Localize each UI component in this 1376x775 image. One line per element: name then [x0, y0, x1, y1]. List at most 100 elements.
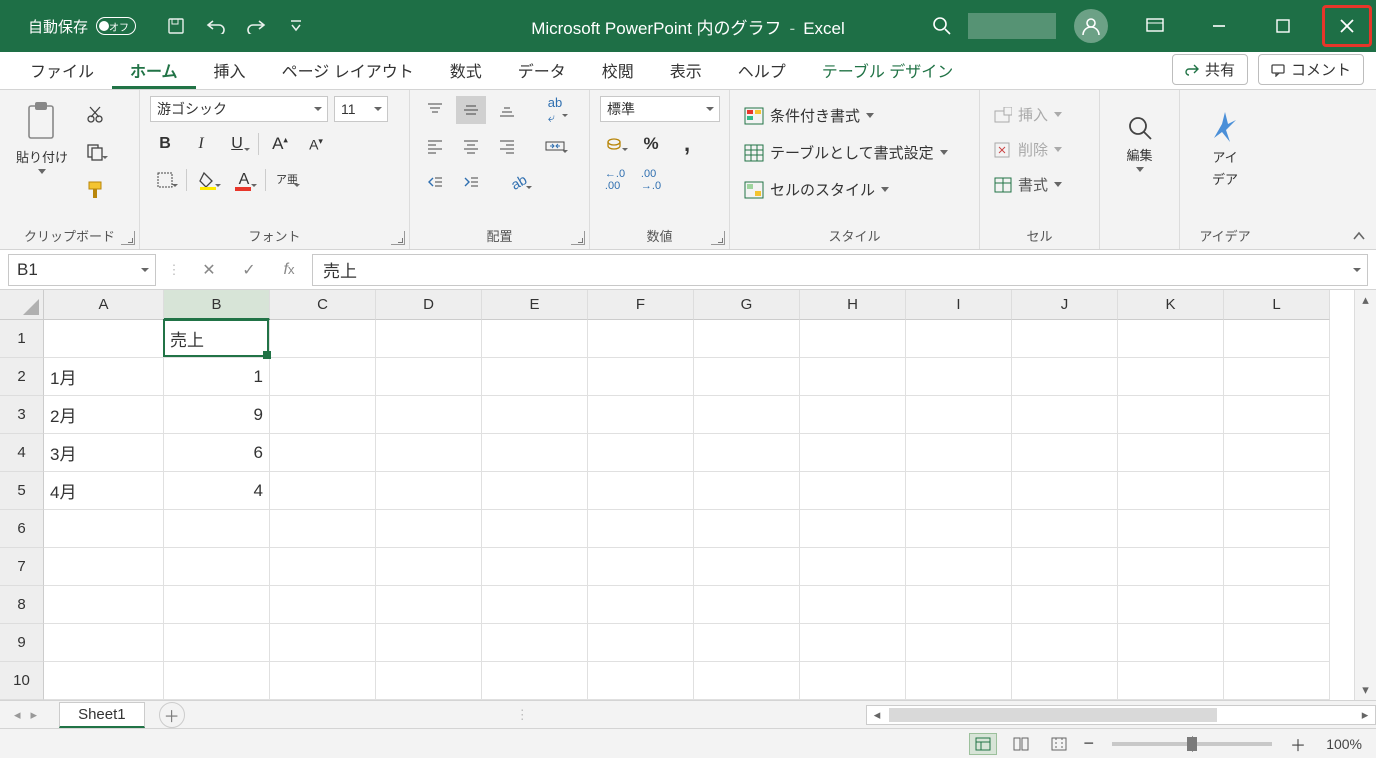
cell-J5[interactable]	[1012, 472, 1118, 510]
decrease-indent-icon[interactable]	[420, 168, 450, 196]
tab-table-design[interactable]: テーブル デザイン	[804, 50, 972, 89]
cell-H10[interactable]	[800, 662, 906, 700]
sheet-nav[interactable]: ◂▸	[0, 707, 51, 723]
cell-H8[interactable]	[800, 586, 906, 624]
cell-B9[interactable]	[164, 624, 270, 662]
cell-I7[interactable]	[906, 548, 1012, 586]
column-header-H[interactable]: H	[800, 290, 906, 320]
editing-button[interactable]: 編集	[1110, 110, 1169, 176]
cell-B2[interactable]: 1	[164, 358, 270, 396]
tab-data[interactable]: データ	[500, 50, 584, 89]
cell-E6[interactable]	[482, 510, 588, 548]
cell-G2[interactable]	[694, 358, 800, 396]
row-header-8[interactable]: 8	[0, 586, 44, 624]
decrease-decimal-icon[interactable]: .00→.0	[636, 166, 666, 194]
cell-J10[interactable]	[1012, 662, 1118, 700]
formula-input[interactable]: 売上	[312, 254, 1368, 286]
cell-J6[interactable]	[1012, 510, 1118, 548]
cell-H1[interactable]	[800, 320, 906, 358]
cell-B6[interactable]	[164, 510, 270, 548]
cell-K8[interactable]	[1118, 586, 1224, 624]
cell-B4[interactable]: 6	[164, 434, 270, 472]
cell-I5[interactable]	[906, 472, 1012, 510]
cell-G8[interactable]	[694, 586, 800, 624]
scroll-left-icon[interactable]: ◂	[867, 707, 887, 723]
cell-K9[interactable]	[1118, 624, 1224, 662]
underline-button[interactable]: U	[222, 130, 252, 158]
cell-B10[interactable]	[164, 662, 270, 700]
percent-icon[interactable]: %	[636, 130, 666, 158]
cell-K7[interactable]	[1118, 548, 1224, 586]
cell-K6[interactable]	[1118, 510, 1224, 548]
cell-H5[interactable]	[800, 472, 906, 510]
cell-D7[interactable]	[376, 548, 482, 586]
search-input[interactable]	[968, 13, 1056, 39]
tab-help[interactable]: ヘルプ	[720, 50, 804, 89]
scroll-down-icon[interactable]: ▾	[1355, 680, 1376, 700]
font-name-select[interactable]: 游ゴシック	[150, 96, 328, 122]
cell-styles-button[interactable]: セルのスタイル	[740, 176, 969, 203]
cell-A3[interactable]: 2月	[44, 396, 164, 434]
page-break-view-icon[interactable]	[1045, 733, 1073, 755]
fill-color-icon[interactable]	[193, 166, 223, 194]
row-header-4[interactable]: 4	[0, 434, 44, 472]
row-header-6[interactable]: 6	[0, 510, 44, 548]
phonetic-icon[interactable]: ア亜	[272, 166, 302, 194]
cell-D1[interactable]	[376, 320, 482, 358]
page-layout-view-icon[interactable]	[1007, 733, 1035, 755]
cell-L2[interactable]	[1224, 358, 1330, 396]
cell-D3[interactable]	[376, 396, 482, 434]
column-header-F[interactable]: F	[588, 290, 694, 320]
cell-D5[interactable]	[376, 472, 482, 510]
cell-J1[interactable]	[1012, 320, 1118, 358]
font-color-icon[interactable]: A	[229, 166, 259, 194]
cell-L8[interactable]	[1224, 586, 1330, 624]
row-header-2[interactable]: 2	[0, 358, 44, 396]
cell-L3[interactable]	[1224, 396, 1330, 434]
cell-J4[interactable]	[1012, 434, 1118, 472]
cell-C3[interactable]	[270, 396, 376, 434]
number-format-select[interactable]: 標準	[600, 96, 720, 122]
copy-icon[interactable]	[80, 138, 110, 166]
column-header-I[interactable]: I	[906, 290, 1012, 320]
row-header-7[interactable]: 7	[0, 548, 44, 586]
orientation-icon[interactable]: ab	[504, 168, 534, 196]
zoom-out-button[interactable]: −	[1083, 733, 1094, 754]
cell-B1[interactable]: 売上	[164, 320, 270, 358]
save-icon[interactable]	[166, 16, 186, 36]
align-middle-icon[interactable]	[456, 96, 486, 124]
comma-icon[interactable]: ,	[672, 130, 702, 158]
align-center-icon[interactable]	[456, 132, 486, 160]
comment-button[interactable]: コメント	[1258, 54, 1364, 85]
cell-F9[interactable]	[588, 624, 694, 662]
cell-A8[interactable]	[44, 586, 164, 624]
cell-K5[interactable]	[1118, 472, 1224, 510]
ribbon-display-icon[interactable]	[1126, 0, 1184, 52]
cell-B8[interactable]	[164, 586, 270, 624]
cell-L6[interactable]	[1224, 510, 1330, 548]
align-bottom-icon[interactable]	[492, 96, 522, 124]
cell-F7[interactable]	[588, 548, 694, 586]
row-header-1[interactable]: 1	[0, 320, 44, 358]
cell-F3[interactable]	[588, 396, 694, 434]
cell-L4[interactable]	[1224, 434, 1330, 472]
cell-F6[interactable]	[588, 510, 694, 548]
cell-G10[interactable]	[694, 662, 800, 700]
cell-F1[interactable]	[588, 320, 694, 358]
cell-C9[interactable]	[270, 624, 376, 662]
vertical-scrollbar[interactable]: ▴ ▾	[1354, 290, 1376, 700]
borders-icon[interactable]	[150, 166, 180, 194]
cell-G4[interactable]	[694, 434, 800, 472]
merge-cells-icon[interactable]	[540, 132, 570, 160]
cell-G7[interactable]	[694, 548, 800, 586]
cell-J8[interactable]	[1012, 586, 1118, 624]
cell-E10[interactable]	[482, 662, 588, 700]
tab-page-layout[interactable]: ページ レイアウト	[264, 50, 432, 89]
undo-icon[interactable]	[206, 16, 226, 36]
cell-K4[interactable]	[1118, 434, 1224, 472]
column-header-G[interactable]: G	[694, 290, 800, 320]
tab-formulas[interactable]: 数式	[432, 50, 500, 89]
cell-F2[interactable]	[588, 358, 694, 396]
cell-L10[interactable]	[1224, 662, 1330, 700]
zoom-level[interactable]: 100%	[1316, 736, 1362, 752]
